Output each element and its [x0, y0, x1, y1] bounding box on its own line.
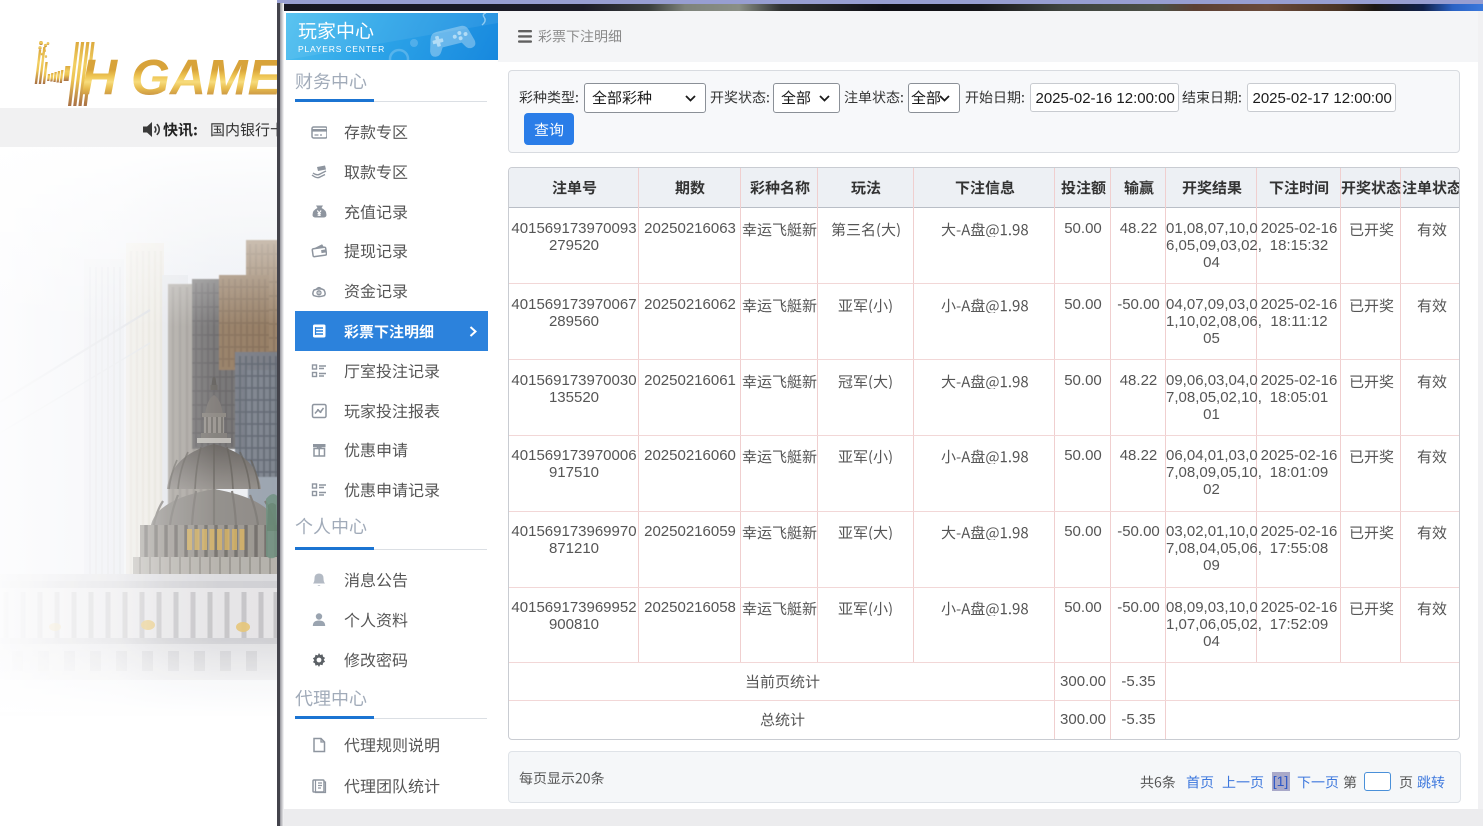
svg-text:H GAME: H GAME: [81, 50, 278, 106]
